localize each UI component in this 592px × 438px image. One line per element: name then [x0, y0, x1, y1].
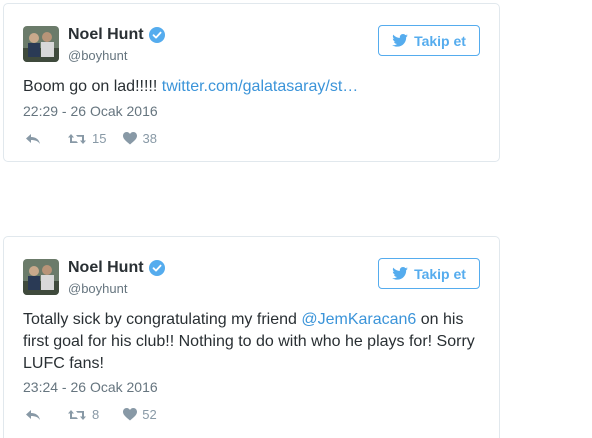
retweet-icon — [68, 133, 86, 144]
retweet-button[interactable]: 8 — [67, 407, 99, 422]
author-name[interactable]: Noel Hunt — [68, 26, 144, 44]
tweet-card: Noel Hunt @boyhunt Takip et Boom go on l… — [3, 3, 500, 162]
tweet-text-line: Totally sick by congratulating my friend… — [23, 309, 483, 331]
tweet-actions: 15 38 — [25, 131, 157, 146]
twitter-bird-icon — [392, 34, 408, 47]
tweet-card: Noel Hunt @boyhunt Takip et Totally sick… — [3, 236, 500, 438]
like-button[interactable]: 52 — [123, 407, 157, 422]
follow-button[interactable]: Takip et — [378, 25, 480, 56]
retweet-count: 15 — [92, 131, 107, 146]
heart-icon — [123, 408, 138, 421]
tweet-text-body: Totally sick by congratulating my friend — [23, 311, 302, 328]
retweet-icon — [68, 409, 86, 420]
tweet-text-line: LUFC fans! — [23, 355, 104, 372]
tweet-timestamp[interactable]: 23:24 - 26 Ocak 2016 — [23, 379, 158, 395]
like-button[interactable]: 38 — [123, 131, 157, 146]
tweet-actions: 8 52 — [25, 407, 157, 422]
follow-label: Takip et — [414, 32, 466, 49]
reply-button[interactable] — [25, 408, 41, 422]
verified-icon — [148, 27, 165, 43]
like-count: 38 — [142, 131, 157, 146]
avatar[interactable] — [23, 259, 59, 295]
verified-icon — [148, 260, 165, 276]
tweet-text-line: first goal for his club!! Nothing to do … — [23, 333, 475, 350]
author-name[interactable]: Noel Hunt — [68, 259, 144, 277]
tweet-text: Totally sick by congratulating my friend… — [23, 309, 483, 375]
reply-button[interactable] — [25, 132, 41, 146]
author-handle[interactable]: @boyhunt — [68, 281, 127, 296]
reply-icon — [26, 133, 40, 144]
tweet-text: Boom go on lad!!!!! twitter.com/galatasa… — [23, 76, 483, 98]
tweet-text-body: on his — [416, 311, 464, 328]
follow-label: Takip et — [414, 265, 466, 282]
follow-button[interactable]: Takip et — [378, 258, 480, 289]
twitter-bird-icon — [392, 267, 408, 280]
tweet-text-body: Boom go on lad!!!!! — [23, 78, 162, 95]
tweet-link[interactable]: twitter.com/galatasaray/st… — [162, 78, 359, 95]
retweet-count: 8 — [92, 407, 100, 422]
mention-link[interactable]: @JemKaracan6 — [301, 311, 416, 328]
author-handle[interactable]: @boyhunt — [68, 48, 127, 63]
like-count: 52 — [142, 407, 157, 422]
reply-icon — [26, 409, 40, 420]
avatar[interactable] — [23, 26, 59, 62]
tweet-timestamp[interactable]: 22:29 - 26 Ocak 2016 — [23, 103, 158, 119]
heart-icon — [123, 132, 138, 145]
retweet-button[interactable]: 15 — [67, 131, 106, 146]
